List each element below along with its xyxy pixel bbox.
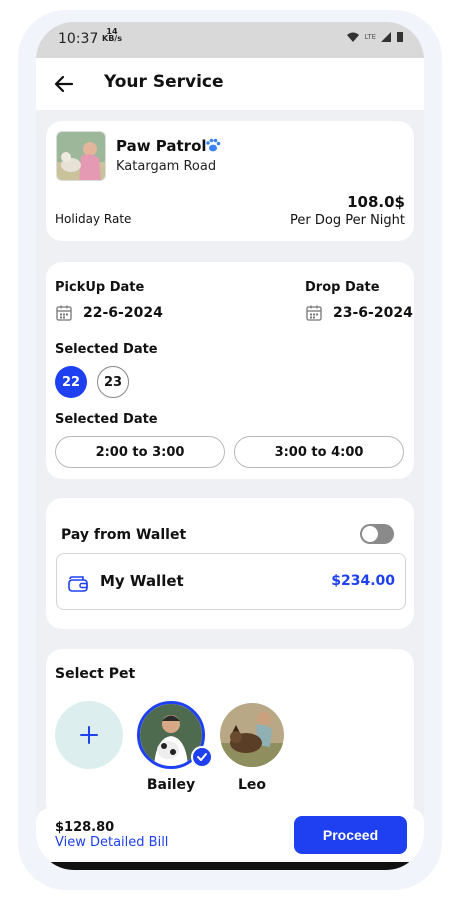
selected-time-label: Selected Date bbox=[55, 412, 158, 427]
phone-screen: 10:37 14 KB/s LTE Your Service Paw Patro… bbox=[36, 22, 424, 870]
pickup-date-value: 22-6-2024 bbox=[83, 305, 163, 321]
calendar-icon bbox=[56, 305, 72, 321]
network-label: LTE bbox=[364, 33, 376, 41]
battery-icon bbox=[397, 32, 403, 42]
signal-icon bbox=[381, 32, 391, 42]
day-chip-22[interactable]: 22 bbox=[55, 366, 87, 398]
toggle-knob bbox=[362, 526, 378, 542]
provider-card: Paw Patrol Katargam Road Holiday Rate 10… bbox=[46, 121, 414, 241]
drop-date-field[interactable]: 23-6-2024 bbox=[305, 304, 413, 322]
wallet-name: My Wallet bbox=[100, 572, 184, 590]
selected-date-label: Selected Date bbox=[55, 342, 158, 357]
pay-from-wallet-label: Pay from Wallet bbox=[61, 527, 187, 543]
drop-date-value: 23-6-2024 bbox=[333, 305, 413, 321]
wallet-option[interactable]: My Wallet $234.00 bbox=[56, 553, 406, 610]
time-slot-1[interactable]: 2:00 to 3:00 bbox=[55, 436, 225, 468]
status-icons: LTE bbox=[346, 31, 404, 43]
app-bar: Your Service bbox=[36, 58, 424, 110]
proceed-button[interactable]: Proceed bbox=[294, 816, 407, 854]
bottom-edge bbox=[46, 862, 414, 870]
provider-name: Paw Patrol bbox=[116, 137, 207, 155]
selected-check-icon bbox=[191, 746, 213, 768]
pickup-date-label: PickUp Date bbox=[55, 280, 145, 295]
back-arrow-icon[interactable] bbox=[52, 72, 76, 96]
plus-icon bbox=[80, 726, 98, 744]
checkout-bar: $128.80 View Detailed Bill Proceed bbox=[36, 808, 424, 862]
schedule-card: PickUp Date Drop Date 22-6-2024 23-6-202… bbox=[46, 262, 414, 479]
status-time: 10:37 bbox=[58, 31, 99, 47]
pickup-date-field[interactable]: 22-6-2024 bbox=[55, 304, 163, 322]
day-chip-23[interactable]: 23 bbox=[97, 366, 129, 398]
wallet-icon bbox=[68, 576, 88, 592]
drop-date-label: Drop Date bbox=[305, 280, 380, 295]
network-speed-unit: KB/s bbox=[102, 34, 122, 43]
price-value: 108.0$ bbox=[347, 193, 405, 211]
wallet-balance: $234.00 bbox=[331, 573, 395, 589]
select-pet-label: Select Pet bbox=[55, 666, 136, 682]
rate-label: Holiday Rate bbox=[55, 212, 132, 226]
pet-name-leo: Leo bbox=[237, 777, 267, 793]
pet-card: Select Pet Bailey Leo bbox=[46, 649, 414, 819]
provider-photo bbox=[56, 131, 106, 181]
pet-avatar-leo[interactable] bbox=[220, 703, 284, 767]
network-speed: 14 KB/s bbox=[102, 28, 122, 43]
total-amount: $128.80 bbox=[55, 820, 115, 835]
add-pet-button[interactable] bbox=[55, 701, 123, 769]
price-unit: Per Dog Per Night bbox=[290, 213, 405, 228]
calendar-icon bbox=[306, 305, 322, 321]
status-bar: 10:37 14 KB/s LTE bbox=[36, 22, 424, 58]
paw-icon bbox=[206, 138, 221, 152]
page-title: Your Service bbox=[104, 72, 224, 92]
provider-location: Katargam Road bbox=[116, 159, 217, 174]
time-slot-2[interactable]: 3:00 to 4:00 bbox=[234, 436, 404, 468]
pet-name-bailey: Bailey bbox=[146, 777, 196, 793]
view-bill-link[interactable]: View Detailed Bill bbox=[55, 835, 168, 850]
wallet-toggle[interactable] bbox=[360, 524, 394, 544]
wallet-card: Pay from Wallet My Wallet $234.00 bbox=[46, 498, 414, 629]
wifi-icon bbox=[347, 32, 360, 42]
